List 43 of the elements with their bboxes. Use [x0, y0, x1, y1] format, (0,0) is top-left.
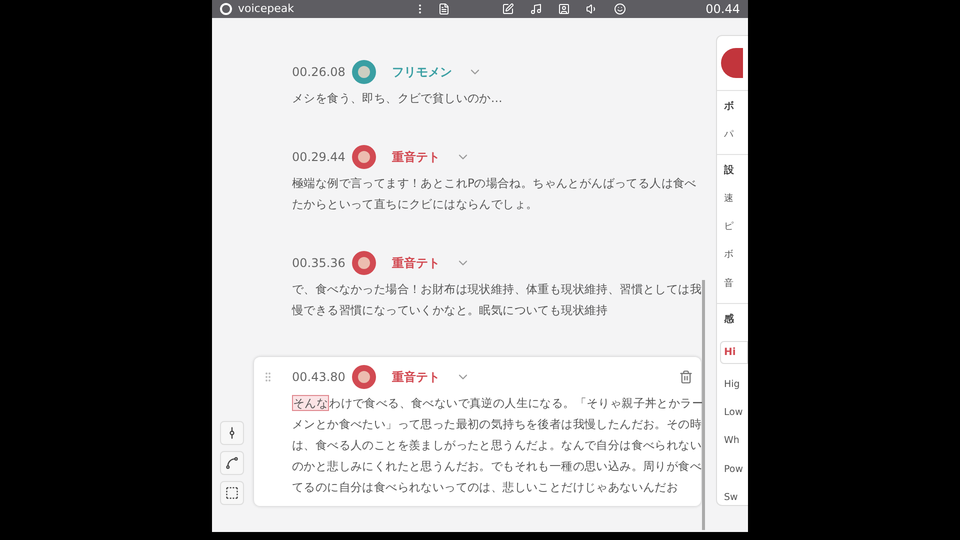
- setting-label: ボ: [724, 248, 734, 262]
- avatar-icon: [352, 365, 376, 389]
- setting-label: パ: [724, 128, 734, 142]
- setting-label: Sw: [724, 490, 738, 505]
- curve-tool-icon[interactable]: [220, 451, 244, 475]
- setting-label: Wh: [724, 434, 740, 448]
- app-logo-icon: [220, 3, 232, 15]
- avatar-icon: [352, 145, 376, 169]
- speaker-name: フリモメン: [392, 64, 452, 81]
- setting-label: 速: [724, 192, 734, 206]
- frame-tool-icon[interactable]: [220, 481, 244, 505]
- line-text[interactable]: 極端な例で言ってます！あとこれPの場合ね。ちゃんとがんばってる人は食べたからといって直ちにクビにはならんでしょ。: [292, 173, 704, 215]
- timestamp: 00.35.36: [292, 255, 344, 272]
- speaker-name: 重音テト: [392, 149, 440, 166]
- emotion-chip[interactable]: Hi: [720, 340, 748, 364]
- setting-label: Hig: [724, 378, 740, 392]
- speaker-name: 重音テト: [392, 255, 440, 272]
- app-title: voicepeak: [238, 2, 294, 16]
- avatar-icon: [352, 251, 376, 275]
- volume-icon[interactable]: [586, 3, 598, 15]
- section-title: ボ: [724, 100, 735, 114]
- line-text[interactable]: で、食べなかった場合！お財布は現状維持、体重も現状維持、習慣としては我慢できる習慣になっていくかなと。眠気についても現状維持: [292, 279, 704, 321]
- node-tool-icon[interactable]: [220, 421, 244, 445]
- scrollbar[interactable]: [702, 280, 705, 530]
- music-icon[interactable]: [530, 3, 542, 15]
- section-title: 感: [724, 312, 735, 327]
- setting-label: 音: [724, 276, 734, 290]
- setting-label: ピ: [724, 220, 734, 234]
- setting-label: Pow: [724, 462, 743, 476]
- avatar-icon: [352, 60, 376, 84]
- time-display: 00.44: [706, 2, 740, 16]
- setting-label: Low: [724, 406, 743, 420]
- timestamp: 00.43.80: [292, 369, 344, 386]
- section-title: 設: [724, 164, 735, 178]
- timestamp: 00.26.08: [292, 64, 344, 81]
- smiley-icon[interactable]: [614, 3, 626, 15]
- timestamp: 00.29.44: [292, 149, 344, 166]
- delete-icon[interactable]: [679, 370, 693, 384]
- person-icon[interactable]: [558, 3, 570, 15]
- line-text[interactable]: メシを食う、即ち、クビで貧しいのか…: [292, 88, 704, 109]
- speaker-name: 重音テト: [392, 369, 440, 386]
- document-icon[interactable]: [438, 3, 450, 15]
- edit-icon[interactable]: [502, 3, 514, 15]
